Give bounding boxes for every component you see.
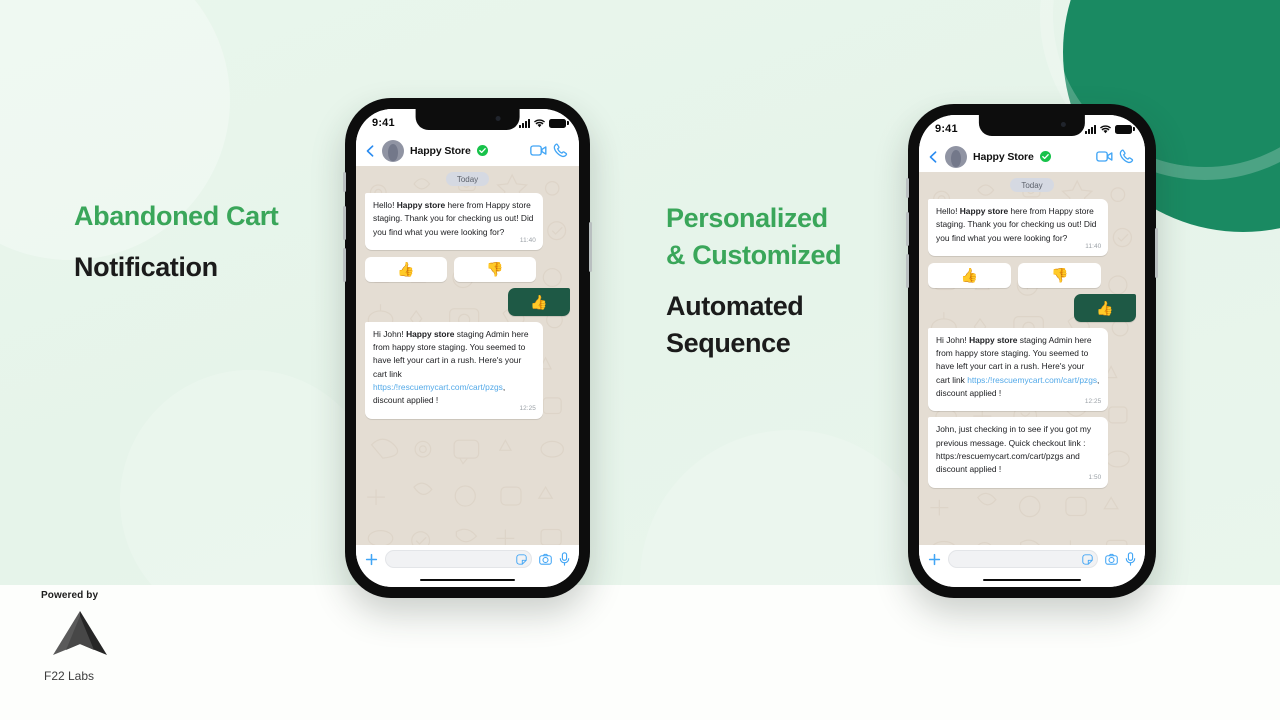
company-name: F22 Labs — [44, 669, 95, 683]
message-text: Hi John! Happy store staging Admin here … — [373, 328, 529, 406]
back-chevron-icon[interactable] — [927, 150, 939, 163]
chat-header: Happy Store — [356, 135, 579, 166]
phone-call-icon[interactable] — [553, 143, 568, 158]
phone-mute-switch[interactable] — [343, 172, 346, 192]
battery-full-icon — [1115, 124, 1135, 134]
message-bubble-incoming[interactable]: John, just checking in to see if you got… — [928, 417, 1109, 488]
phone-screen: 9:41 Happy Store Today Hello! Happy stor… — [356, 109, 579, 587]
message-bubble-outgoing[interactable]: 👍 — [1074, 293, 1136, 322]
headline-dark-line-2: Sequence — [666, 328, 791, 358]
message-input-bar — [919, 545, 1145, 573]
front-camera-icon — [1061, 122, 1066, 127]
message-bubble-outgoing[interactable]: 👍 — [508, 287, 570, 316]
microphone-icon[interactable] — [1125, 552, 1136, 566]
message-timestamp: 11:40 — [519, 236, 536, 244]
video-call-icon[interactable] — [530, 144, 547, 157]
message-input-field[interactable] — [385, 550, 532, 568]
headline-dark-line-1: Automated — [666, 291, 804, 321]
quick-reply-row: 👍 👎 — [365, 256, 570, 282]
headline-dark-line: Notification — [74, 252, 218, 282]
message-input-field[interactable] — [948, 550, 1098, 568]
video-call-icon[interactable] — [1096, 150, 1113, 163]
quick-reply-thumbs-up-button[interactable]: 👍 — [365, 256, 447, 282]
powered-by-label: Powered by — [41, 590, 99, 601]
promo-banner-stage: Abandoned Cart Notification Personalized… — [0, 0, 1280, 720]
camera-icon[interactable] — [539, 553, 552, 566]
plus-icon[interactable] — [365, 553, 378, 566]
headline-abandoned-cart: Abandoned Cart Notification — [74, 198, 374, 286]
cart-link[interactable]: https:/!rescuemycart.com/cart/pzgs — [967, 375, 1097, 385]
phone-mute-switch[interactable] — [906, 178, 909, 198]
headline-personalized-sequence: Personalized & Customized Automated Sequ… — [666, 200, 966, 362]
avatar[interactable] — [945, 145, 967, 168]
wifi-icon — [1100, 124, 1111, 133]
day-divider: Today — [1010, 178, 1054, 192]
status-bar-time: 9:41 — [372, 117, 395, 129]
contact-name[interactable]: Happy Store — [973, 151, 1034, 163]
sticker-icon[interactable] — [516, 553, 527, 565]
home-indicator[interactable] — [983, 578, 1081, 582]
contact-name[interactable]: Happy Store — [410, 145, 471, 157]
powered-by-block: Powered by F22 Labs — [41, 590, 161, 683]
home-indicator-area — [356, 573, 579, 587]
plus-icon[interactable] — [928, 553, 941, 566]
quick-reply-thumbs-down-button[interactable]: 👎 — [1018, 262, 1102, 288]
cellular-signal-icon — [1085, 124, 1096, 134]
message-text: John, just checking in to see if you got… — [936, 424, 1092, 475]
back-chevron-icon[interactable] — [364, 144, 376, 157]
message-timestamp: 12:25 — [1084, 398, 1102, 406]
cart-link[interactable]: https:/!rescuemycart.com/cart/pzgs — [373, 382, 503, 392]
avatar[interactable] — [382, 139, 404, 162]
message-input-bar — [356, 545, 579, 573]
message-text: Hello! Happy store here from Happy store… — [373, 200, 534, 237]
microphone-icon[interactable] — [559, 552, 570, 566]
phone-call-icon[interactable] — [1119, 149, 1134, 164]
sticker-icon[interactable] — [1082, 553, 1093, 565]
phone-notch — [978, 115, 1086, 136]
message-bubble-incoming[interactable]: Hi John! Happy store staging Admin here … — [365, 321, 543, 419]
verified-badge-icon — [1039, 151, 1051, 162]
headline-green-line: Abandoned Cart — [74, 201, 279, 231]
status-bar-icons — [519, 118, 569, 128]
message-bubble-incoming[interactable]: Hello! Happy store here from Happy store… — [365, 193, 543, 250]
day-divider: Today — [445, 172, 490, 186]
status-bar-icons — [1085, 124, 1135, 134]
background-bottom-band — [0, 585, 1280, 720]
wifi-icon — [534, 118, 545, 127]
message-timestamp: 11:40 — [1085, 242, 1102, 250]
verified-badge-icon — [476, 145, 488, 156]
phone-power-button[interactable] — [589, 222, 592, 272]
front-camera-icon — [496, 116, 502, 121]
headline-green-line-1: Personalized — [666, 203, 828, 233]
message-timestamp: 12:25 — [519, 405, 536, 413]
battery-full-icon — [549, 118, 569, 128]
home-indicator-area — [919, 573, 1145, 587]
chat-header: Happy Store — [919, 141, 1145, 172]
f22-delta-logo-icon — [53, 611, 107, 655]
phone-left: 9:41 Happy Store Today Hello! Happy stor… — [343, 98, 592, 598]
chat-message-list[interactable]: Today Hello! Happy store here from Happy… — [356, 166, 579, 545]
message-timestamp: 1:50 — [1088, 474, 1102, 482]
cellular-signal-icon — [519, 118, 530, 128]
phone-power-button[interactable] — [1155, 228, 1158, 278]
phone-notch — [415, 109, 520, 130]
camera-icon[interactable] — [1105, 553, 1118, 566]
quick-reply-thumbs-down-button[interactable]: 👎 — [454, 256, 536, 282]
home-indicator[interactable] — [419, 578, 516, 582]
status-bar-time: 9:41 — [935, 123, 958, 135]
headline-green-line-2: & Customized — [666, 240, 842, 270]
